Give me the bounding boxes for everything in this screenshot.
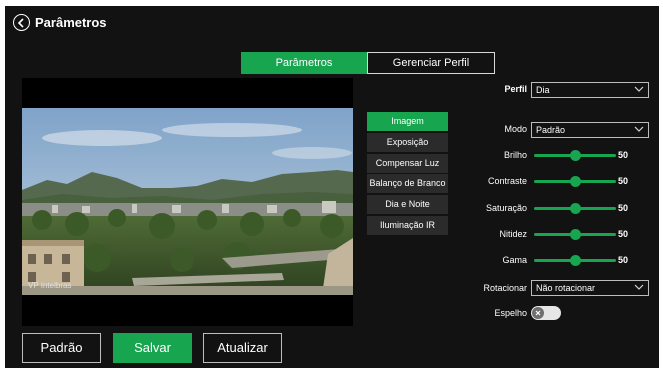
app-window: Parâmetros Parâmetros Gerenciar Perfil V… [5, 6, 659, 368]
tab-parametros[interactable]: Parâmetros [241, 52, 367, 74]
mirror-toggle[interactable] [531, 306, 561, 320]
gamma-label: Gama [502, 255, 527, 265]
menu-item-balanco-de-branco[interactable]: Balanço de Branco [367, 174, 448, 194]
rotation-select-value: Não rotacionar [536, 283, 596, 293]
saturation-value: 50 [618, 203, 629, 213]
contrast-value: 50 [618, 176, 629, 186]
profile-select[interactable]: Dia [531, 82, 649, 98]
brightness-value: 50 [618, 150, 629, 160]
sharpness-label: Nitidez [499, 229, 527, 239]
close-icon [535, 310, 541, 316]
rotation-label: Rotacionar [483, 283, 527, 293]
refresh-button[interactable]: Atualizar [203, 333, 282, 363]
slider-thumb[interactable] [570, 150, 581, 161]
menu-item-exposicao[interactable]: Exposição [367, 132, 448, 152]
mode-select[interactable]: Padrão [531, 122, 649, 138]
brightness-label: Brilho [503, 150, 527, 160]
sharpness-value: 50 [618, 229, 629, 239]
mode-label: Modo [504, 124, 527, 134]
menu-item-dia-e-noite[interactable]: Dia e Noite [367, 195, 448, 215]
back-arrow-icon[interactable] [13, 14, 30, 31]
slider-thumb[interactable] [570, 203, 581, 214]
image-settings-menu: Imagem Exposição Compensar Luz Balanço d… [367, 112, 448, 237]
default-button[interactable]: Padrão [22, 333, 101, 363]
tab-gerenciar-perfil[interactable]: Gerenciar Perfil [367, 52, 495, 74]
contrast-slider[interactable] [534, 174, 616, 188]
video-preview: VP Intelbras [22, 78, 353, 326]
profile-label: Perfil [504, 84, 527, 94]
slider-thumb[interactable] [570, 255, 581, 266]
page-title: Parâmetros [35, 15, 107, 30]
slider-thumb[interactable] [570, 229, 581, 240]
profile-select-value: Dia [536, 85, 550, 95]
toggle-knob [532, 307, 544, 319]
mirror-label: Espelho [494, 308, 527, 318]
camera-image [22, 108, 353, 295]
contrast-label: Contraste [487, 176, 527, 186]
menu-item-compensar-luz[interactable]: Compensar Luz [367, 153, 448, 173]
mode-select-value: Padrão [536, 125, 566, 135]
menu-item-iluminacao-ir[interactable]: Iluminação IR [367, 215, 448, 235]
rotation-select[interactable]: Não rotacionar [531, 280, 649, 296]
slider-thumb[interactable] [570, 176, 581, 187]
preview-watermark: VP Intelbras [28, 281, 72, 290]
gamma-value: 50 [618, 255, 629, 265]
chevron-down-icon [634, 86, 644, 92]
chevron-down-icon [634, 126, 644, 132]
chevron-down-icon [634, 284, 644, 290]
saturation-label: Saturação [485, 203, 527, 213]
save-button[interactable]: Salvar [113, 333, 192, 363]
brightness-slider[interactable] [534, 148, 616, 162]
gamma-slider[interactable] [534, 253, 616, 267]
saturation-slider[interactable] [534, 201, 616, 215]
sharpness-slider[interactable] [534, 227, 616, 241]
menu-item-imagem[interactable]: Imagem [367, 112, 448, 131]
